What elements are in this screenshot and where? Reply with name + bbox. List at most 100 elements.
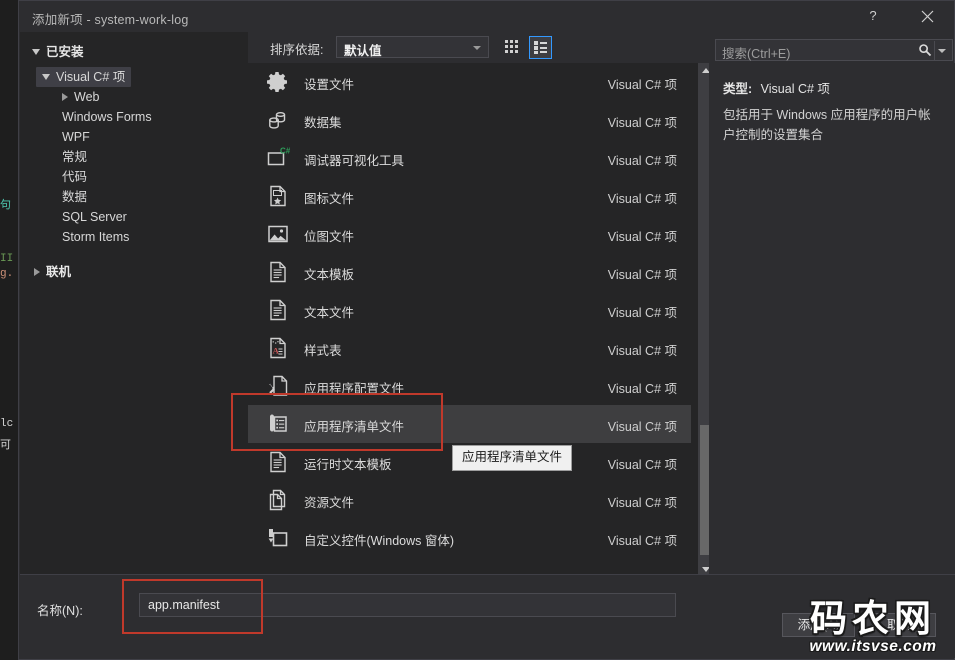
screen-root: 句 II g. lc 可 添加新项 - system-work-log ? 已安装 Vi… <box>0 0 955 660</box>
grid-view-icon[interactable] <box>500 36 523 59</box>
sidebar-item-label: Windows Forms <box>62 110 152 124</box>
list-view-icon[interactable] <box>529 36 552 59</box>
list-item-name: 调试器可视化工具 <box>304 154 405 168</box>
sidebar-item-1[interactable]: Visual C# 项 <box>36 67 132 87</box>
search-separator <box>934 41 935 60</box>
dialog-title: 添加新项 - system-work-log <box>32 13 189 27</box>
list-item-name: 应用程序配置文件 <box>304 382 405 396</box>
list-item-type: Visual C# 项 <box>607 458 677 472</box>
name-input[interactable]: app.manifest <box>139 593 676 617</box>
search-icon[interactable] <box>918 43 932 62</box>
editor-code-fragment: g. <box>0 268 14 280</box>
sort-by-value: 默认值 <box>344 44 382 58</box>
list-item[interactable]: 图标文件 Visual C# 项 <box>248 177 691 215</box>
list-item[interactable]: 应用程序配置文件 Visual C# 项 <box>248 367 691 405</box>
sidebar-item-5[interactable]: 常规 <box>62 147 87 167</box>
list-item[interactable]: 位图文件 Visual C# 项 <box>248 215 691 253</box>
list-item-name: 文本文件 <box>304 306 355 320</box>
template-type-label: 类型: <box>723 82 753 96</box>
svg-text:C#: C# <box>280 147 290 156</box>
tooltip: 应用程序清单文件 <box>452 445 573 471</box>
editor-code-fragment: 可 <box>0 440 11 452</box>
tree-header: 已安装 <box>32 41 84 60</box>
sort-by-label: 排序依据: <box>270 43 324 57</box>
list-toolbar: 排序依据: 默认值 <box>248 32 698 63</box>
list-item[interactable]: 数据集 Visual C# 项 <box>248 101 691 139</box>
search-placeholder: 搜索(Ctrl+E) <box>722 47 791 61</box>
list-item[interactable]: A 样式表 Visual C# 项 <box>248 329 691 367</box>
list-item[interactable]: 文本文件 Visual C# 项 <box>248 291 691 329</box>
sidebar-item-10[interactable]: 联机 <box>34 262 71 282</box>
list-item-type: Visual C# 项 <box>607 496 677 510</box>
search-input[interactable]: 搜索(Ctrl+E) <box>715 39 953 61</box>
list-item-name: 文本模板 <box>304 268 355 282</box>
installed-templates-tree[interactable]: 已安装 Visual C# 项 Web Windows Forms WPF 常规代码数据… <box>20 32 248 577</box>
bitmap-file-icon <box>266 222 290 246</box>
sidebar-item-6[interactable]: 代码 <box>62 167 87 187</box>
chevron-right-icon[interactable] <box>34 267 40 276</box>
sidebar-item-9[interactable]: Storm Items <box>62 227 129 247</box>
sidebar-item-label: Storm Items <box>62 230 130 244</box>
chevron-down-icon[interactable] <box>42 73 50 80</box>
list-item-type: Visual C# 项 <box>607 344 677 358</box>
template-description: 包括用于 Windows 应用程序的用户帐户控制的设置集合 <box>723 108 931 142</box>
editor-code-fragment: II <box>0 253 14 265</box>
stylesheet-icon: A <box>266 336 290 360</box>
sidebar-item-3[interactable]: Windows Forms <box>62 107 152 127</box>
list-item-name: 应用程序清单文件 <box>304 420 405 434</box>
custom-control-icon <box>266 526 290 550</box>
list-item-type: Visual C# 项 <box>607 230 677 244</box>
chevron-down-icon <box>32 48 40 55</box>
sidebar-item-7[interactable]: 数据 <box>62 187 87 207</box>
sort-by-dropdown[interactable]: 默认值 <box>336 36 489 58</box>
list-item-name: 图标文件 <box>304 192 355 206</box>
editor-code-fragment: lc <box>0 418 14 430</box>
debugger-visualizer-icon: C# <box>266 146 291 170</box>
list-item-name: 数据集 <box>304 116 342 130</box>
list-item[interactable]: 应用程序清单文件 Visual C# 项 <box>248 405 691 443</box>
icon-file-icon <box>266 184 290 208</box>
list-item-type: Visual C# 项 <box>607 154 677 168</box>
list-item-type: Visual C# 项 <box>607 116 677 130</box>
list-item[interactable]: 设置文件 Visual C# 项 <box>248 63 691 101</box>
resource-file-icon <box>266 488 290 512</box>
sidebar-item-label: Web <box>74 90 100 104</box>
list-item-name: 位图文件 <box>304 230 355 244</box>
template-type-row: 类型: Visual C# 项 <box>723 78 830 97</box>
sidebar-item-label: 常规 <box>62 150 88 164</box>
list-item-name: 运行时文本模板 <box>304 458 392 472</box>
list-item[interactable]: 资源文件 Visual C# 项 <box>248 481 691 519</box>
list-item-type: Visual C# 项 <box>607 534 677 548</box>
list-item[interactable]: 文本模板 Visual C# 项 <box>248 253 691 291</box>
close-icon[interactable] <box>904 1 950 31</box>
chevron-right-icon[interactable] <box>62 92 68 101</box>
add-button[interactable]: 添加(A) <box>782 613 855 637</box>
name-input-value: app.manifest <box>148 598 220 612</box>
dataset-icon <box>266 108 290 132</box>
sidebar-item-label: WPF <box>62 130 90 144</box>
dialog-titlebar: 添加新项 - system-work-log ? <box>19 1 954 32</box>
list-item-name: 样式表 <box>304 344 342 358</box>
sidebar-item-4[interactable]: WPF <box>62 127 90 147</box>
list-item-type: Visual C# 项 <box>607 192 677 206</box>
list-item-type: Visual C# 项 <box>607 78 677 92</box>
list-item[interactable]: C# 调试器可视化工具 Visual C# 项 <box>248 139 691 177</box>
chevron-down-icon[interactable] <box>938 49 946 53</box>
sidebar-item-2[interactable]: Web <box>62 87 99 107</box>
background-editor-strip: 句 II g. lc 可 <box>0 0 18 660</box>
sidebar-item-label: 数据 <box>62 190 88 204</box>
template-type-value: Visual C# 项 <box>760 82 830 96</box>
text-template-icon <box>266 260 290 284</box>
sidebar-item-label: Visual C# 项 <box>56 70 126 84</box>
template-list[interactable]: 设置文件 Visual C# 项数据集 Visual C# 项 C# 调试器可视化工具 V… <box>248 63 698 577</box>
list-item-type: Visual C# 项 <box>607 420 677 434</box>
app-config-file-icon <box>266 374 290 398</box>
name-label: 名称(N): <box>37 604 83 618</box>
sidebar-item-8[interactable]: SQL Server <box>62 207 127 227</box>
list-item-type: Visual C# 项 <box>607 382 677 396</box>
cancel-button[interactable]: 取消 <box>863 613 936 637</box>
list-item-type: Visual C# 项 <box>607 268 677 282</box>
gear-icon <box>266 70 290 94</box>
list-item[interactable]: 自定义控件(Windows 窗体) Visual C# 项 <box>248 519 691 557</box>
help-icon[interactable]: ? <box>850 1 896 31</box>
